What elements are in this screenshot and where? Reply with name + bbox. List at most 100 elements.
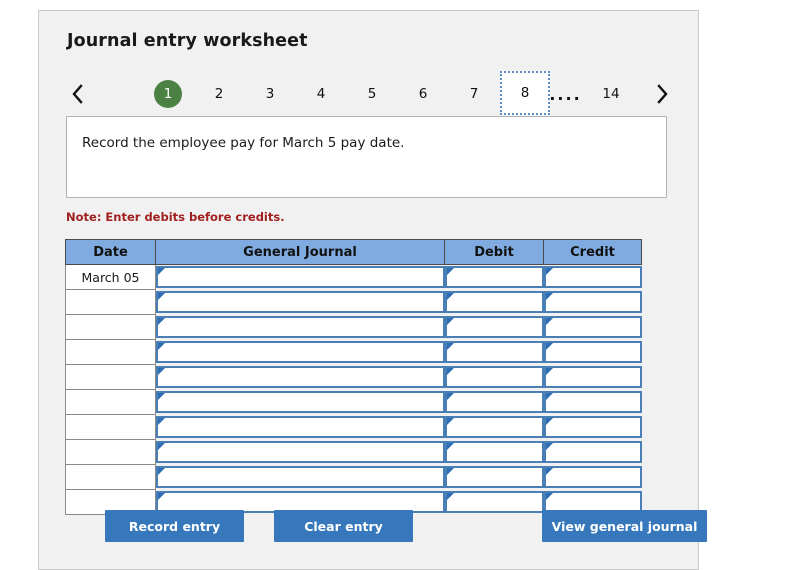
credit-input[interactable] — [543, 466, 642, 488]
chevron-right-icon[interactable] — [649, 73, 675, 115]
credit-input[interactable] — [543, 366, 642, 388]
action-buttons: Record entry Clear entry View general jo… — [65, 510, 707, 542]
general-journal-input[interactable] — [156, 466, 445, 488]
general-journal-cell — [155, 389, 445, 415]
pagination-ellipsis: .... — [549, 85, 582, 104]
credit-cell — [543, 389, 642, 415]
credit-value — [546, 268, 640, 270]
date-cell — [65, 464, 156, 490]
pagination-item-3[interactable]: 3 — [245, 73, 295, 115]
debit-input[interactable] — [444, 366, 544, 388]
chevron-left-icon[interactable] — [65, 73, 91, 115]
worksheet-panel: Journal entry worksheet 1 2 3 4 5 6 7 8 14.... R… — [38, 10, 707, 570]
table-row — [65, 289, 642, 315]
column-header-general-journal: General Journal — [155, 239, 445, 265]
pagination-item-label: 1 — [154, 80, 182, 108]
general-journal-value — [158, 343, 443, 345]
pagination-item-label: 7 — [469, 86, 479, 102]
pagination-item-label: 5 — [367, 86, 377, 102]
page-title: Journal entry worksheet — [67, 31, 308, 51]
date-cell — [65, 364, 156, 390]
date-cell — [65, 389, 156, 415]
debit-value — [447, 468, 542, 470]
general-journal-cell — [155, 464, 445, 490]
credit-input[interactable] — [543, 341, 642, 363]
pagination-item-7[interactable]: 7 — [449, 73, 499, 115]
pagination-item-14[interactable]: 14 — [586, 73, 636, 115]
credit-input[interactable] — [543, 416, 642, 438]
view-general-journal-button[interactable]: View general journal — [542, 510, 707, 542]
general-journal-input[interactable] — [156, 316, 445, 338]
date-cell — [65, 289, 156, 315]
credit-input[interactable] — [543, 391, 642, 413]
general-journal-cell — [155, 314, 445, 340]
pagination: 1 2 3 4 5 6 7 8 14.... — [65, 71, 675, 115]
prompt-box: Record the employee pay for March 5 pay … — [66, 116, 667, 198]
pagination-item-4[interactable]: 4 — [296, 73, 346, 115]
general-journal-value — [158, 468, 443, 470]
column-header-date: Date — [65, 239, 156, 265]
general-journal-input[interactable] — [156, 391, 445, 413]
general-journal-input[interactable] — [156, 291, 445, 313]
pagination-item-8[interactable]: 8 — [500, 71, 550, 115]
credit-value — [546, 368, 640, 370]
credit-value — [546, 443, 640, 445]
debit-input[interactable] — [444, 341, 544, 363]
debit-input[interactable] — [444, 466, 544, 488]
general-journal-input[interactable] — [156, 341, 445, 363]
credit-cell — [543, 264, 642, 290]
column-header-credit: Credit — [543, 239, 642, 265]
debit-input[interactable] — [444, 441, 544, 463]
credit-value — [546, 468, 640, 470]
record-entry-button[interactable]: Record entry — [105, 510, 244, 542]
debit-cell — [444, 314, 544, 340]
debit-input[interactable] — [444, 291, 544, 313]
debit-value — [447, 318, 542, 320]
debit-input[interactable] — [444, 391, 544, 413]
debit-cell — [444, 439, 544, 465]
debit-input[interactable] — [444, 266, 544, 289]
credit-input[interactable] — [543, 316, 642, 338]
general-journal-value — [158, 293, 443, 295]
table-row — [65, 464, 642, 490]
pagination-item-2[interactable]: 2 — [194, 73, 244, 115]
pagination-item-1[interactable]: 1 — [143, 73, 193, 115]
debit-value — [447, 293, 542, 295]
debit-input[interactable] — [444, 416, 544, 438]
credit-value — [546, 293, 640, 295]
credit-input[interactable] — [543, 291, 642, 313]
general-journal-cell — [155, 364, 445, 390]
table-body: March 05 — [65, 264, 642, 515]
column-header-debit: Debit — [444, 239, 544, 265]
clear-entry-button[interactable]: Clear entry — [274, 510, 413, 542]
general-journal-input[interactable] — [156, 441, 445, 463]
pagination-item-label: 2 — [214, 86, 224, 102]
general-journal-value — [158, 443, 443, 445]
debit-value — [447, 368, 542, 370]
general-journal-input[interactable] — [156, 416, 445, 438]
debit-cell — [444, 339, 544, 365]
pagination-item-5[interactable]: 5 — [347, 73, 397, 115]
debit-value — [447, 268, 542, 270]
general-journal-input[interactable] — [156, 366, 445, 388]
date-cell — [65, 414, 156, 440]
table-row — [65, 314, 642, 340]
general-journal-value — [158, 393, 443, 395]
debit-input[interactable] — [444, 316, 544, 338]
pagination-item-6[interactable]: 6 — [398, 73, 448, 115]
debit-cell — [444, 289, 544, 315]
general-journal-input[interactable] — [156, 266, 445, 289]
date-cell — [65, 314, 156, 340]
credit-input[interactable] — [543, 266, 642, 289]
pagination-item-label: 6 — [418, 86, 428, 102]
debit-value — [447, 443, 542, 445]
pagination-item-label: 4 — [316, 86, 326, 102]
pagination-item-label: 3 — [265, 86, 275, 102]
table-row: March 05 — [65, 264, 642, 290]
credit-cell — [543, 464, 642, 490]
credit-cell — [543, 414, 642, 440]
credit-input[interactable] — [543, 441, 642, 463]
date-cell — [65, 339, 156, 365]
credit-value — [546, 343, 640, 345]
table-row — [65, 364, 642, 390]
